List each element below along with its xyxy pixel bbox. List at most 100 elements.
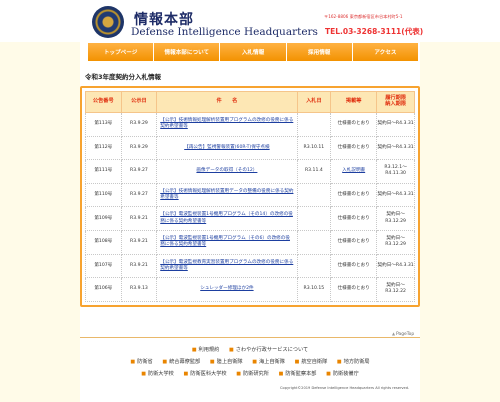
table-row: 第108号 R3.9.21 【公示】電波監視装置1号機用プログラム（その6）の改… xyxy=(85,229,415,255)
footer-link-msdf[interactable]: ■ 海上自衛隊 xyxy=(252,359,285,365)
nav-bid-info[interactable]: 入札情報 xyxy=(220,43,287,61)
cell-bid-date xyxy=(296,112,332,137)
header-posting: 掲載等 xyxy=(330,91,378,113)
site-header: 情報本部 Defense Intelligence Headquarters 〒… xyxy=(0,0,500,42)
nav-top-page[interactable]: トップページ xyxy=(88,43,155,61)
cell-subject-link[interactable]: 【再公告】監視警報装置(60R-T)保守点検 xyxy=(156,135,298,161)
cell-deadline: 契約日～R3.12.22 xyxy=(376,277,415,302)
header-bid-date: 入札日 xyxy=(296,91,332,113)
cell-subject-link[interactable]: 【公示】技術情報処理解析装置用データの整備の役務に係る契約希望書等 xyxy=(156,182,298,208)
cell-subject-link[interactable]: 画像データの取得（その12） xyxy=(156,159,298,184)
cell-posting-link[interactable]: 入札説明書 xyxy=(330,159,378,184)
cell-bid-date xyxy=(296,229,332,255)
bullet-icon: ■ xyxy=(294,359,300,365)
cell-posting: 仕様書のとおり xyxy=(330,112,378,137)
header-notice-date: 公示日 xyxy=(120,91,158,113)
table-row: 第109号 R3.9.21 【公示】電波監視装置1号機用プログラム（その14）の… xyxy=(85,206,415,231)
footer-link-label: 防衛監察本部 xyxy=(285,371,317,377)
bullet-icon: ■ xyxy=(209,359,215,365)
table-row: 第111号 R3.9.27 画像データの取得（その12） R3.11.4 入札説… xyxy=(85,159,415,184)
table-row: 第106号 R3.9.13 シュレッダー修理ほか2件 R3.10.15 仕様書の… xyxy=(85,277,415,302)
table-row: 第110号 R3.9.27 【公示】技術情報処理解析装置用データの整備の役務に係… xyxy=(85,182,415,208)
cell-bid-date: R3.10.11 xyxy=(296,135,332,161)
footer-divider xyxy=(80,337,420,338)
footer-link-atla[interactable]: ■ 防衛装備庁 xyxy=(326,371,359,377)
header-notice-number: 公告番号 xyxy=(85,91,122,113)
footer-link-nda[interactable]: ■ 防衛大学校 xyxy=(141,371,174,377)
cell-subject-link[interactable]: 【公示】電波監視教育実習装置用プログラムの改修の役務に係る契約希望書等 xyxy=(156,253,298,279)
cell-posting: 仕様書のとおり xyxy=(330,206,378,231)
table-row: 第112号 R3.9.29 【再公告】監視警報装置(60R-T)保守点検 R3.… xyxy=(85,135,415,161)
header-subject: 件 名 xyxy=(156,91,298,113)
bullet-icon: ■ xyxy=(252,359,257,365)
cell-notice-date: R3.9.21 xyxy=(120,229,158,255)
cell-notice-number: 第106号 xyxy=(85,277,122,302)
footer-link-terms[interactable]: ■ 利用規約 xyxy=(192,347,220,353)
bullet-icon: ■ xyxy=(236,371,241,377)
bullet-icon: ■ xyxy=(130,359,136,365)
footer-link-ndmc[interactable]: ■ 防衛医科大学校 xyxy=(184,371,227,377)
dih-emblem-logo[interactable] xyxy=(92,6,124,38)
bullet-icon: ■ xyxy=(228,347,234,353)
nav-access[interactable]: アクセス xyxy=(352,43,419,61)
footer-link-label: 防衛研究所 xyxy=(242,371,269,377)
cell-notice-number: 第111号 xyxy=(85,159,122,184)
footer-link-label: 防衛装備庁 xyxy=(332,371,359,377)
cell-notice-date: R3.9.29 xyxy=(120,135,158,161)
cell-bid-date xyxy=(296,253,332,279)
cell-notice-date: R3.9.27 xyxy=(120,182,158,208)
bullet-icon: ■ xyxy=(326,371,331,377)
footer-link-label: 陸上自衛隊 xyxy=(216,359,243,365)
bullet-icon: ■ xyxy=(336,359,342,365)
footer-link-inspector[interactable]: ■ 防衛監察本部 xyxy=(279,371,317,377)
cell-deadline: R3.12.1～R4.11.30 xyxy=(376,159,415,184)
bullet-icon: ■ xyxy=(278,371,284,377)
cell-deadline: 契約日～R4.3.31 xyxy=(376,135,415,161)
footer-link-label: 利用規約 xyxy=(198,347,220,353)
nav-about[interactable]: 情報本部について xyxy=(154,43,221,61)
cell-subject-link[interactable]: 【公示】電波監視装置1号機用プログラム（その6）の改修の役務に係る契約希望書等 xyxy=(156,229,298,255)
footer-link-label: 航空自衛隊 xyxy=(301,359,328,365)
table-header-row: 公告番号 公示日 件 名 入札日 掲載等 履行期限 納入期限 xyxy=(85,91,415,113)
footer-link-label: 防衛医科大学校 xyxy=(190,371,227,377)
footer-link-label: 統合幕僚監部 xyxy=(169,359,201,365)
nav-recruit[interactable]: 採用情報 xyxy=(286,43,353,61)
cell-bid-date: R3.10.15 xyxy=(296,277,332,302)
cell-posting: 仕様書のとおり xyxy=(330,182,378,208)
footer-link-joint-staff[interactable]: ■ 統合幕僚監部 xyxy=(162,359,200,365)
section-title: 令和3年度契約分入札情報 xyxy=(85,73,162,81)
cell-subject-link[interactable]: 【公示】電波監視装置1号機用プログラム（その14）の改修の役務に係る契約希望書等 xyxy=(156,206,298,231)
footer-links-row-1: ■ 利用規約 ■ さわやか行政サービスについて xyxy=(80,346,420,353)
footer-link-asdf[interactable]: ■ 航空自衛隊 xyxy=(295,359,328,365)
main-nav: トップページ 情報本部について 入札情報 採用情報 アクセス xyxy=(88,43,419,61)
cell-notice-number: 第107号 xyxy=(85,253,122,279)
bullet-icon: ■ xyxy=(162,359,168,365)
cell-notice-number: 第112号 xyxy=(85,135,122,161)
footer-link-mod[interactable]: ■ 防衛省 xyxy=(130,359,152,365)
bullet-icon: ■ xyxy=(183,371,189,377)
site-title-en[interactable]: Defense Intelligence Headquarters xyxy=(131,26,318,38)
bullet-icon: ■ xyxy=(141,371,146,377)
footer-links-row-2: ■ 防衛省 ■ 統合幕僚監部 ■ 陸上自衛隊 ■ 海上自衛隊 ■ 航空自衛隊 ■ 地方防衛局 xyxy=(80,358,420,365)
cell-posting: 仕様書のとおり xyxy=(330,277,378,302)
footer-link-gsdf[interactable]: ■ 陸上自衛隊 xyxy=(210,359,243,365)
cell-subject-link[interactable]: シュレッダー修理ほか2件 xyxy=(156,277,298,302)
copyright-text: Copyright©2019 Defense Intelligence Head… xyxy=(280,386,410,390)
cell-notice-date: R3.9.27 xyxy=(120,159,158,184)
cell-notice-number: 第108号 xyxy=(85,229,122,255)
footer-link-label: 防衛大学校 xyxy=(147,371,174,377)
footer-link-label: さわやか行政サービスについて xyxy=(235,347,309,353)
cell-notice-number: 第110号 xyxy=(85,182,122,208)
cell-notice-date: R3.9.21 xyxy=(120,206,158,231)
cell-deadline: 契約日～R4.3.31 xyxy=(376,112,415,137)
bid-table: 公告番号 公示日 件 名 入札日 掲載等 履行期限 納入期限 第113号 R3.… xyxy=(85,91,415,302)
cell-deadline: 契約日～R3.12.29 xyxy=(376,206,415,231)
cell-deadline: 契約日～R3.12.29 xyxy=(376,229,415,255)
footer-link-regional-bureau[interactable]: ■ 地方防衛局 xyxy=(337,359,370,365)
cell-deadline: 契約日～R4.3.31 xyxy=(376,253,415,279)
cell-subject-link[interactable]: 【公示】技術情報処理解析装置用プログラムの改修の役務に係る契約希望書等 xyxy=(156,112,298,137)
header-deadline-label: 履行期限 納入期限 xyxy=(385,95,406,107)
footer-link-service[interactable]: ■ さわやか行政サービスについて xyxy=(229,347,308,353)
footer-link-nids[interactable]: ■ 防衛研究所 xyxy=(236,371,269,377)
cell-posting: 仕様書のとおり xyxy=(330,135,378,161)
